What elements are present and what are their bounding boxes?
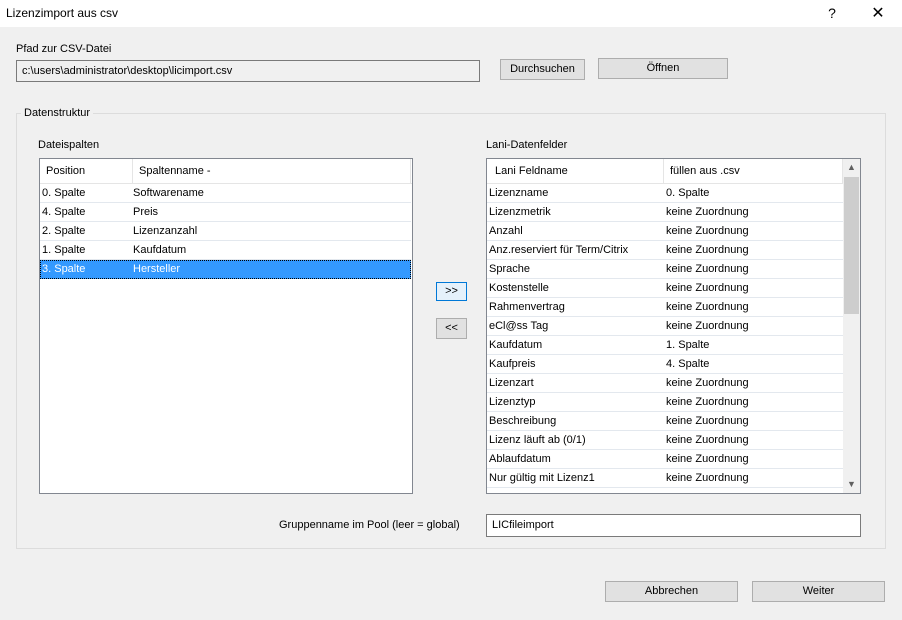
cancel-button[interactable]: Abbrechen (605, 581, 738, 602)
path-label: Pfad zur CSV-Datei (16, 43, 112, 55)
file-column-row[interactable]: 3. Spalte Hersteller (40, 260, 411, 279)
lani-field-source[interactable]: keine Zuordnung (666, 260, 749, 278)
lani-field-name: Lizenzart (489, 377, 534, 389)
file-column-name: Preis (133, 206, 159, 218)
column-header-source[interactable]: füllen aus .csv (664, 159, 843, 183)
file-column-row[interactable]: 0. Spalte Softwarename (40, 184, 411, 203)
file-columns-header: Position Spaltenname - (40, 159, 412, 184)
lani-field-row[interactable]: Anz.reserviert für Term/Citrix keine Zuor… (487, 241, 843, 260)
lani-field-row[interactable]: Sprache keine Zuordnung (487, 260, 843, 279)
group-name-label: Gruppenname im Pool (leer = global) (279, 519, 460, 531)
lani-field-source[interactable]: 1. Spalte (666, 336, 709, 354)
data-structure-legend: Datenstruktur (21, 107, 94, 119)
lani-field-name: Sprache (489, 263, 530, 275)
lani-field-row[interactable]: Lizenzname 0. Spalte (487, 184, 843, 203)
lani-field-name: Lizenztyp (489, 396, 536, 408)
lani-field-source[interactable]: keine Zuordnung (666, 469, 749, 487)
lani-field-row[interactable]: Nur gültig mit Lizenz1 keine Zuordnung (487, 469, 843, 488)
file-column-position: 1. Spalte (42, 244, 86, 256)
lani-field-source[interactable]: 4. Spalte (666, 355, 709, 373)
unassign-button[interactable]: << (436, 318, 467, 339)
file-column-name: Hersteller (133, 263, 181, 275)
file-column-row[interactable]: 1. Spalte Kaufdatum (40, 241, 411, 260)
title-bar: Lizenzimport aus csv ? ✕ (0, 0, 902, 27)
file-column-row[interactable]: 2. Spalte Lizenzanzahl (40, 222, 411, 241)
lani-field-row[interactable]: Beschreibung keine Zuordnung (487, 412, 843, 431)
file-column-position: 4. Spalte (42, 206, 86, 218)
lani-field-row[interactable]: Rahmenvertrag keine Zuordnung (487, 298, 843, 317)
next-button[interactable]: Weiter (752, 581, 885, 602)
lani-field-name: Rahmenvertrag (489, 301, 565, 313)
lani-field-row[interactable]: Lizenz läuft ab (0/1) keine Zuordnung (487, 431, 843, 450)
lani-field-source[interactable]: 0. Spalte (666, 184, 709, 202)
scrollbar-thumb[interactable] (844, 177, 859, 314)
column-header-position[interactable]: Position (40, 159, 133, 183)
lani-field-row[interactable]: Kaufdatum 1. Spalte (487, 336, 843, 355)
chevron-up-icon[interactable]: ▲ (843, 159, 860, 176)
file-column-position: 3. Spalte (42, 263, 86, 275)
lani-field-row[interactable]: Kaufpreis 4. Spalte (487, 355, 843, 374)
csv-path-field[interactable]: c:\users\administrator\desktop\licimport… (16, 60, 480, 82)
lani-field-row[interactable]: Anzahl keine Zuordnung (487, 222, 843, 241)
lani-fields-scrollbar[interactable]: ▲ ▼ (843, 159, 860, 493)
browse-button[interactable]: Durchsuchen (500, 59, 585, 80)
help-button[interactable]: ? (812, 0, 852, 27)
lani-field-source[interactable]: keine Zuordnung (666, 317, 749, 335)
lani-field-source[interactable]: keine Zuordnung (666, 298, 749, 316)
group-name-input[interactable]: LICfileimport (486, 514, 861, 537)
close-button[interactable]: ✕ (858, 0, 898, 27)
lani-field-row[interactable]: Ablaufdatum keine Zuordnung (487, 450, 843, 469)
lani-field-name: Lizenz läuft ab (0/1) (489, 434, 586, 446)
file-columns-label: Dateispalten (38, 139, 100, 151)
lani-field-row[interactable]: Kostenstelle keine Zuordnung (487, 279, 843, 298)
lani-field-source[interactable]: keine Zuordnung (666, 241, 749, 259)
lani-fields-header: Lani Feldname füllen aus .csv (487, 159, 843, 184)
lani-fields-label: Lani-Datenfelder (486, 139, 568, 151)
open-button[interactable]: Öffnen (598, 58, 728, 79)
lani-field-name: Kostenstelle (489, 282, 549, 294)
lani-field-source[interactable]: keine Zuordnung (666, 431, 749, 449)
file-column-name: Softwarename (133, 187, 204, 199)
lani-field-source[interactable]: keine Zuordnung (666, 279, 749, 297)
lani-field-source[interactable]: keine Zuordnung (666, 393, 749, 411)
chevron-down-icon[interactable]: ▼ (843, 476, 860, 493)
lani-field-name: Beschreibung (489, 415, 557, 427)
lani-field-source[interactable]: keine Zuordnung (666, 450, 749, 468)
file-column-name: Kaufdatum (133, 244, 187, 256)
lani-field-name: Anzahl (489, 225, 523, 237)
column-header-field[interactable]: Lani Feldname (487, 159, 664, 183)
file-column-row[interactable]: 4. Spalte Preis (40, 203, 411, 222)
lani-field-name: Lizenzmetrik (489, 206, 551, 218)
lani-field-row[interactable]: Lizenzart keine Zuordnung (487, 374, 843, 393)
column-header-name[interactable]: Spaltenname - (133, 159, 411, 183)
lani-field-name: eCl@ss Tag (489, 320, 549, 332)
lani-field-name: Kaufpreis (489, 358, 536, 370)
lani-field-source[interactable]: keine Zuordnung (666, 222, 749, 240)
file-column-position: 2. Spalte (42, 225, 86, 237)
file-column-name: Lizenzanzahl (133, 225, 198, 237)
lani-field-source[interactable]: keine Zuordnung (666, 412, 749, 430)
lani-field-row[interactable]: Lizenzmetrik keine Zuordnung (487, 203, 843, 222)
lani-field-name: Nur gültig mit Lizenz1 (489, 472, 595, 484)
lani-field-row[interactable]: eCl@ss Tag keine Zuordnung (487, 317, 843, 336)
lani-fields-list[interactable]: Lani Feldname füllen aus .csv Lizenzname… (486, 158, 861, 494)
assign-button[interactable]: >> (436, 282, 467, 301)
lani-field-name: Lizenzname (489, 187, 549, 199)
lani-field-name: Anz.reserviert für Term/Citrix (489, 244, 629, 256)
lani-field-source[interactable]: keine Zuordnung (666, 203, 749, 221)
lani-field-name: Kaufdatum (489, 339, 543, 351)
lani-field-row[interactable]: Lizenztyp keine Zuordnung (487, 393, 843, 412)
file-columns-list[interactable]: Position Spaltenname - 0. Spalte Software… (39, 158, 413, 494)
file-column-position: 0. Spalte (42, 187, 86, 199)
lani-field-source[interactable]: keine Zuordnung (666, 374, 749, 392)
lani-field-name: Ablaufdatum (489, 453, 551, 465)
window-title: Lizenzimport aus csv (6, 6, 119, 20)
